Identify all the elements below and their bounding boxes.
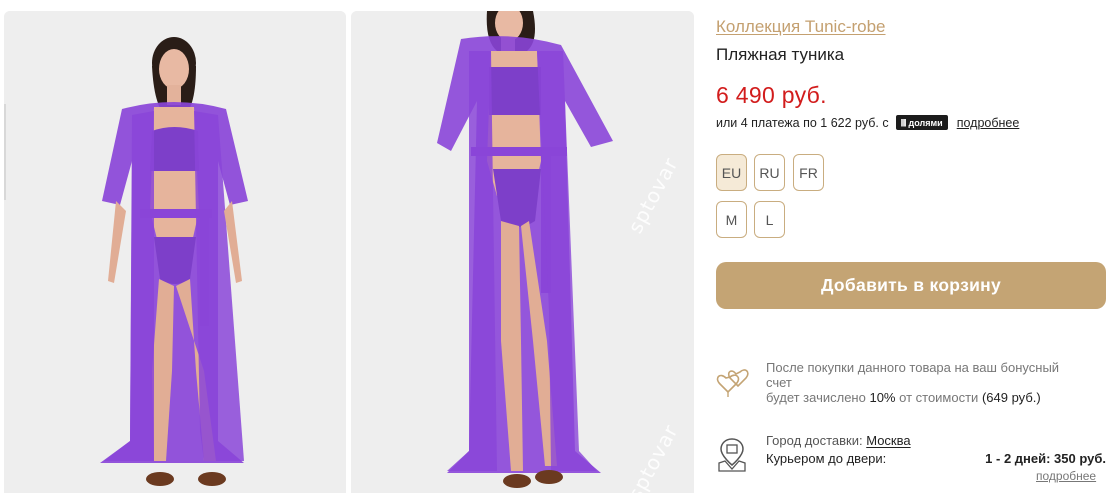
installments-more-link[interactable]: подробнее — [957, 116, 1020, 130]
dolyami-badge[interactable]: |||| долями — [895, 115, 948, 130]
bonus-line-3: будет зачислено 10% от стоимости (649 ру… — [766, 390, 1111, 405]
bonus-line-2: счет — [766, 375, 792, 390]
delivery-city-row: Город доставки: Москва — [766, 433, 911, 448]
bonus-mid: от стоимости — [899, 390, 979, 405]
delivery-location-icon — [718, 438, 746, 472]
product-price: 6 490 руб. — [716, 82, 827, 108]
bonus-info: После покупки данного товара на ваш бону… — [766, 360, 1111, 405]
collection-link[interactable]: Коллекция Tunic-robe — [716, 17, 886, 37]
product-photo-front[interactable] — [4, 11, 346, 493]
bonus-line-1: После покупки данного товара на ваш бону… — [766, 360, 1060, 375]
product-title: Пляжная туника — [716, 45, 845, 64]
delivery-more-link[interactable]: подробнее — [1036, 469, 1096, 483]
product-info-panel: Коллекция Tunic-robe Пляжная туника 6 49… — [716, 0, 1111, 493]
courier-label: Курьером до двери: — [766, 451, 887, 466]
add-to-cart-button[interactable]: Добавить в корзину — [716, 262, 1106, 309]
size-system-fr[interactable]: FR — [793, 154, 824, 191]
product-photo-side[interactable]: sptovar sptovar — [351, 11, 694, 493]
city-label: Город доставки: — [766, 433, 863, 448]
bonus-amount: (649 руб.) — [981, 390, 1041, 405]
model-front-image — [4, 11, 346, 493]
courier-value: 1 - 2 дней: 350 руб. — [985, 451, 1106, 466]
size-system-eu[interactable]: EU — [716, 154, 747, 191]
size-option-l[interactable]: L — [754, 201, 785, 238]
bonus-percent: 10% — [869, 390, 896, 405]
dolyami-badge-label: долями — [908, 117, 943, 128]
bonus-prefix: будет зачислено — [766, 390, 866, 405]
installments-text: или 4 платежа по 1 622 руб. с — [716, 115, 889, 130]
size-system-ru[interactable]: RU — [754, 154, 785, 191]
dolyami-logo-icon: |||| — [900, 118, 907, 127]
size-option-m[interactable]: M — [716, 201, 747, 238]
courier-row: Курьером до двери: 1 - 2 дней: 350 руб. — [766, 451, 1106, 466]
gallery-edge-divider — [4, 104, 6, 200]
bonus-hearts-icon — [716, 369, 749, 397]
installments-row: или 4 платежа по 1 622 руб. с |||| долям… — [716, 115, 1019, 130]
model-side-image — [351, 11, 694, 493]
city-select-link[interactable]: Москва — [866, 433, 910, 448]
